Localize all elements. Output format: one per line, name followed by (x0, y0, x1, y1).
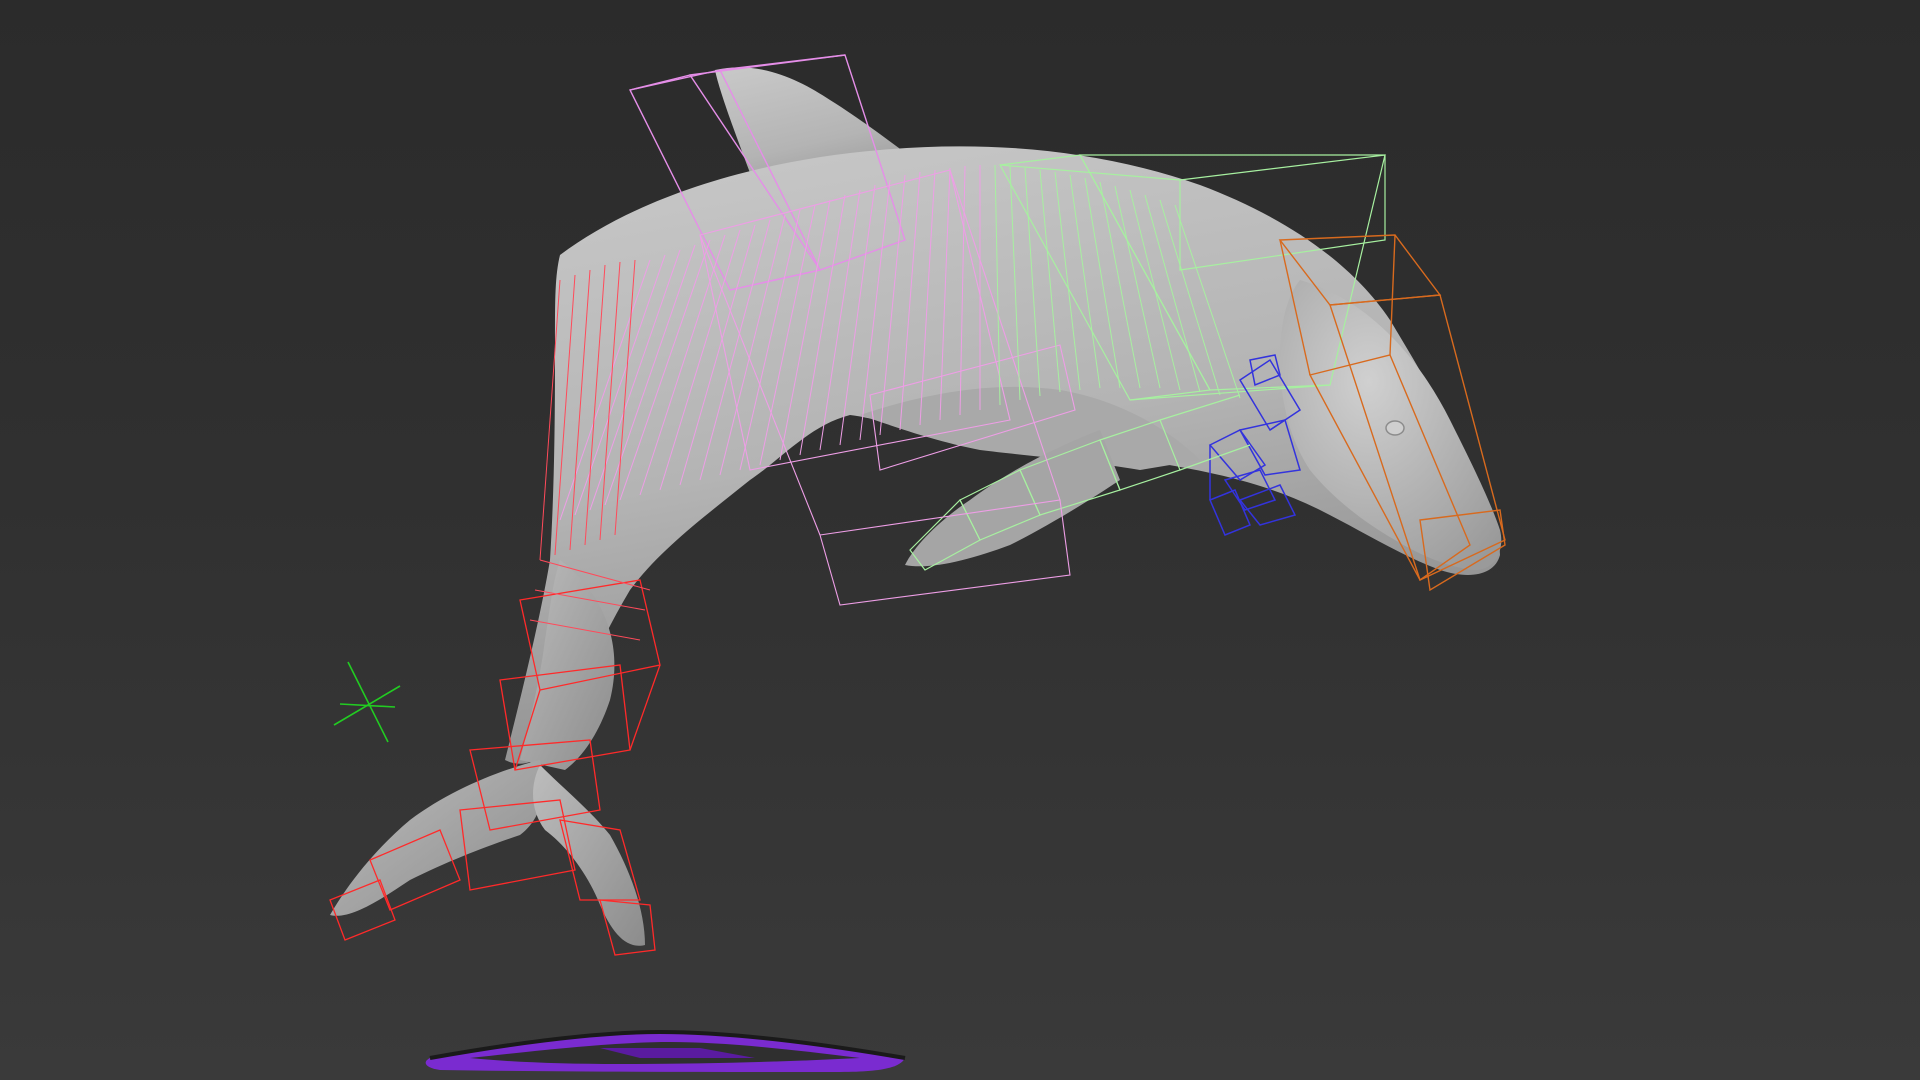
point-helper[interactable] (333, 661, 401, 743)
root-control[interactable] (425, 1029, 906, 1072)
viewport-3d[interactable] (0, 0, 1920, 1080)
tail-fluke-right-mesh (533, 765, 645, 946)
eye-mesh (1385, 420, 1405, 436)
tail-fluke-left-mesh (330, 760, 544, 916)
viewport-scene[interactable] (0, 0, 1920, 1080)
dolphin-mesh[interactable] (330, 67, 1502, 946)
